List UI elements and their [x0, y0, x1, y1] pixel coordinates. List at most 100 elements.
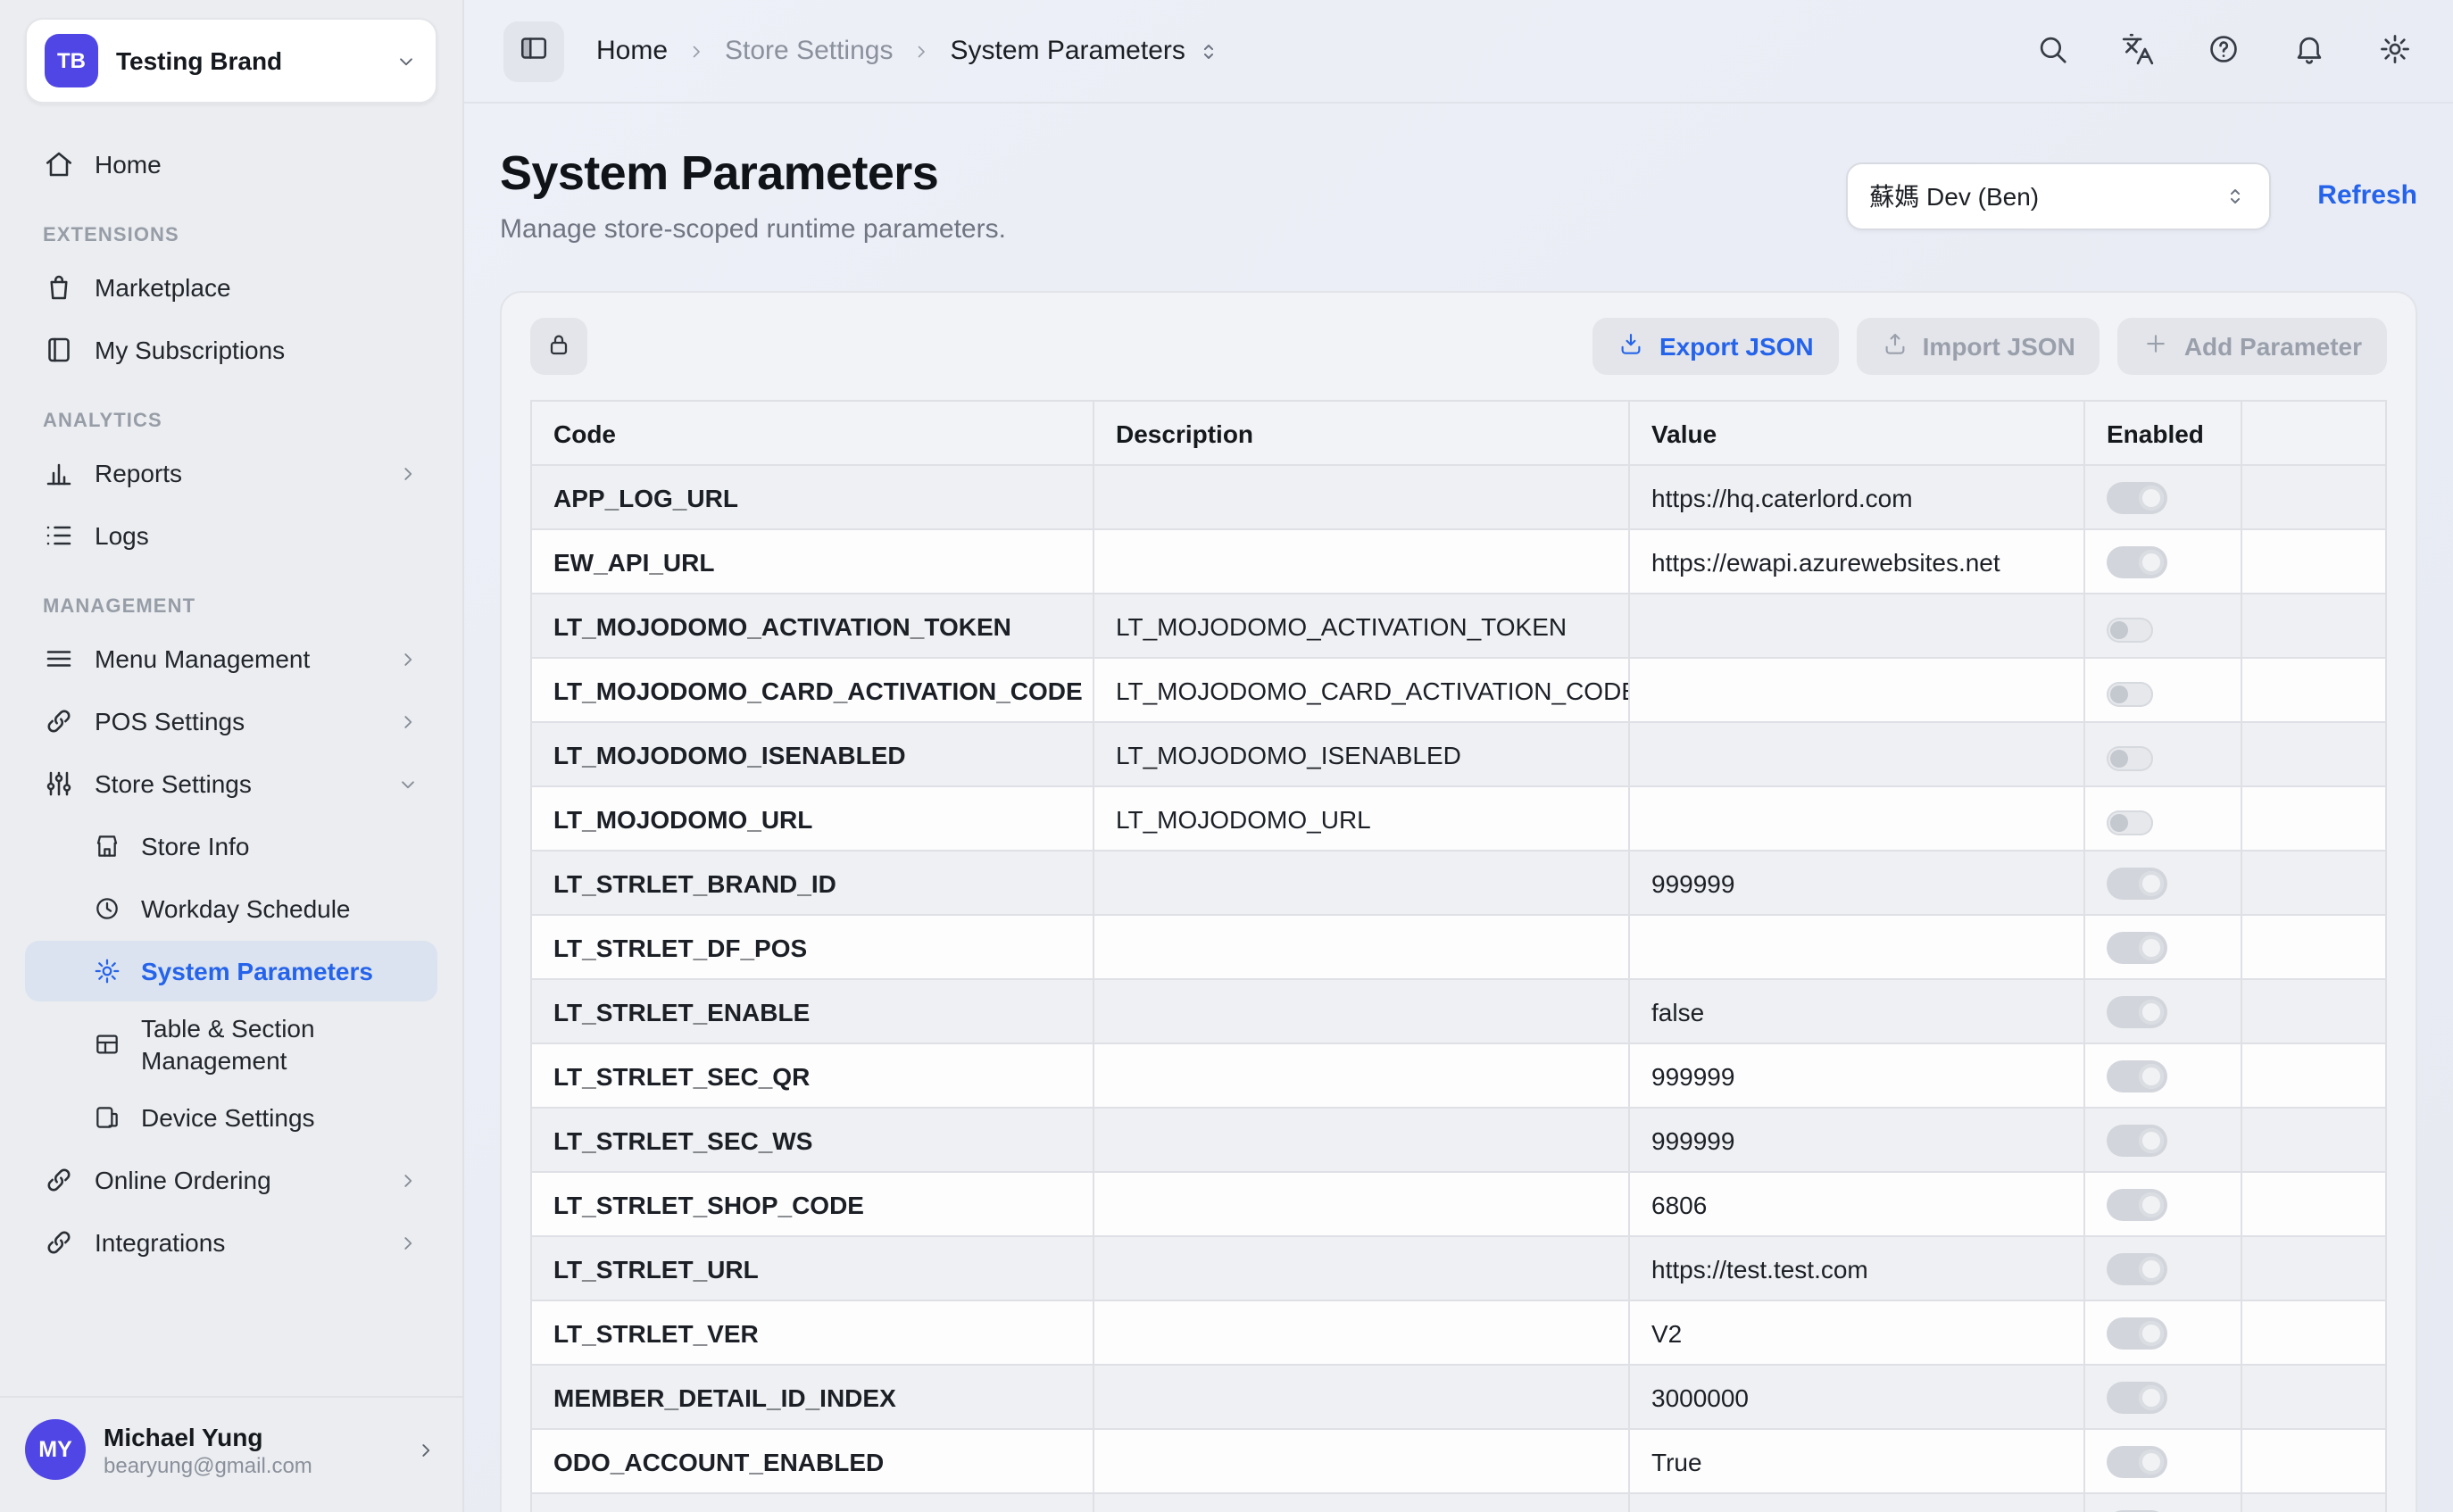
sidebar-toggle-button[interactable] — [503, 21, 564, 81]
notifications-button[interactable] — [2289, 31, 2328, 71]
export-json-button[interactable]: Export JSON — [1593, 318, 1839, 375]
book-icon — [43, 334, 75, 366]
enabled-toggle[interactable] — [2107, 1381, 2167, 1413]
sidebar-item-integrations[interactable]: Integrations — [25, 1213, 437, 1274]
sidebar: TB Testing Brand Home EXTENSIONS Marketpla… — [0, 0, 464, 1512]
param-actions-cell — [2241, 594, 2386, 658]
enabled-toggle[interactable] — [2107, 810, 2153, 835]
enabled-toggle[interactable] — [2107, 931, 2167, 963]
brand-avatar: TB — [45, 34, 98, 87]
enabled-toggle[interactable] — [2107, 867, 2167, 899]
enabled-toggle[interactable] — [2107, 545, 2167, 577]
enabled-toggle[interactable] — [2107, 1188, 2167, 1220]
chevron-right-icon — [911, 40, 932, 62]
breadcrumb-system-parameters[interactable]: System Parameters — [950, 36, 1220, 66]
enabled-toggle[interactable] — [2107, 995, 2167, 1027]
param-code: LT_MOJODOMO_ACTIVATION_TOKEN — [531, 594, 1093, 658]
breadcrumb-store-settings[interactable]: Store Settings — [725, 36, 893, 66]
chevron-right-icon — [396, 1169, 420, 1192]
search-button[interactable] — [2032, 31, 2071, 71]
app-window: TB Testing Brand Home EXTENSIONS Marketpla… — [0, 0, 2453, 1512]
breadcrumb: Home Store Settings System Parameters — [596, 36, 1221, 66]
sidebar-item-marketplace[interactable]: Marketplace — [25, 257, 437, 318]
sidebar-item-system-parameters[interactable]: System Parameters — [25, 941, 437, 1001]
section-header-extensions: EXTENSIONS — [43, 225, 420, 246]
translate-button[interactable] — [2117, 31, 2157, 71]
column-header-code: Code — [531, 401, 1093, 465]
param-value: https://hq.caterlord.com — [1629, 465, 2084, 529]
sidebar-item-reports[interactable]: Reports — [25, 443, 437, 503]
refresh-button[interactable]: Refresh — [2317, 180, 2417, 211]
sidebar-item-device-settings[interactable]: Device Settings — [25, 1088, 437, 1149]
enabled-toggle[interactable] — [2107, 681, 2153, 706]
brand-selector[interactable]: TB Testing Brand — [25, 18, 437, 104]
param-enabled-cell — [2084, 786, 2241, 851]
param-actions-cell — [2241, 851, 2386, 915]
param-description — [1093, 465, 1629, 529]
param-value: 999999 — [1629, 1108, 2084, 1172]
param-actions-cell — [2241, 1108, 2386, 1172]
param-code: LT_STRLET_URL — [531, 1236, 1093, 1300]
enabled-toggle[interactable] — [2107, 1124, 2167, 1156]
store-selector[interactable]: 蘇媽 Dev (Ben) — [1846, 162, 2271, 229]
list-icon — [43, 519, 75, 552]
param-actions-cell — [2241, 1300, 2386, 1365]
settings-button[interactable] — [2374, 31, 2414, 71]
section-header-analytics: ANALYTICS — [43, 411, 420, 432]
sidebar-item-home[interactable]: Home — [25, 134, 437, 195]
import-json-button[interactable]: Import JSON — [1857, 318, 2100, 375]
enabled-toggle[interactable] — [2107, 1445, 2167, 1477]
column-header-actions — [2241, 401, 2386, 465]
table-header-row: CodeDescriptionValueEnabled — [531, 401, 2386, 465]
chevrons-up-down-icon — [1196, 38, 1221, 63]
sidebar-item-logs[interactable]: Logs — [25, 505, 437, 566]
section-header-management: MANAGEMENT — [43, 596, 420, 618]
user-profile[interactable]: MY Michael Yung bearyung@gmail.com — [0, 1396, 462, 1512]
enabled-toggle[interactable] — [2107, 745, 2153, 770]
param-enabled-cell — [2084, 979, 2241, 1043]
param-value — [1629, 786, 2084, 851]
breadcrumb-home[interactable]: Home — [596, 36, 668, 66]
param-enabled-cell — [2084, 1108, 2241, 1172]
translate-icon — [2120, 31, 2154, 71]
sidebar-item-workday-schedule[interactable]: Workday Schedule — [25, 878, 437, 939]
enabled-toggle[interactable] — [2107, 1317, 2167, 1349]
sidebar-item-table-section-management[interactable]: Table & Section Management — [25, 1003, 437, 1086]
table-icon — [93, 1030, 121, 1059]
sidebar-item-online-ordering[interactable]: Online Ordering — [25, 1151, 437, 1211]
param-actions-cell — [2241, 1365, 2386, 1429]
sidebar-item-menu-management[interactable]: Menu Management — [25, 628, 437, 689]
sidebar-nav: Home EXTENSIONS MarketplaceMy Subscription… — [0, 107, 462, 1396]
add-parameter-button[interactable]: Add Parameter — [2118, 318, 2387, 375]
sidebar-item-pos-settings[interactable]: POS Settings — [25, 691, 437, 752]
enabled-toggle[interactable] — [2107, 481, 2167, 513]
sliders-icon — [43, 768, 75, 800]
sidebar-item-my-subscriptions[interactable]: My Subscriptions — [25, 320, 437, 380]
table-row: ODO_ACCOUNT_ENABLEDTrue — [531, 1429, 2386, 1493]
sidebar-item-store-info[interactable]: Store Info — [25, 816, 437, 876]
param-enabled-cell — [2084, 1172, 2241, 1236]
sidebar-item-store-settings[interactable]: Store Settings — [25, 753, 437, 814]
lock-button[interactable] — [530, 318, 587, 375]
param-actions-cell — [2241, 1043, 2386, 1108]
param-value: https://test.test.com — [1629, 1236, 2084, 1300]
link-icon — [43, 1227, 75, 1259]
param-enabled-cell — [2084, 1493, 2241, 1512]
page-title: System Parameters — [500, 146, 1006, 202]
enabled-toggle[interactable] — [2107, 1252, 2167, 1284]
menu-icon — [43, 643, 75, 675]
param-code: ODO_API_URL — [531, 1493, 1093, 1512]
param-description — [1093, 979, 1629, 1043]
search-icon — [2034, 31, 2068, 71]
enabled-toggle[interactable] — [2107, 617, 2153, 642]
param-actions-cell — [2241, 529, 2386, 594]
help-button[interactable] — [2203, 31, 2242, 71]
column-header-description: Description — [1093, 401, 1629, 465]
lock-icon — [545, 329, 573, 363]
topbar-actions — [2032, 31, 2414, 71]
param-actions-cell — [2241, 1493, 2386, 1512]
param-value: 999999 — [1629, 851, 2084, 915]
param-description — [1093, 1043, 1629, 1108]
enabled-toggle[interactable] — [2107, 1059, 2167, 1092]
param-code: EW_API_URL — [531, 529, 1093, 594]
